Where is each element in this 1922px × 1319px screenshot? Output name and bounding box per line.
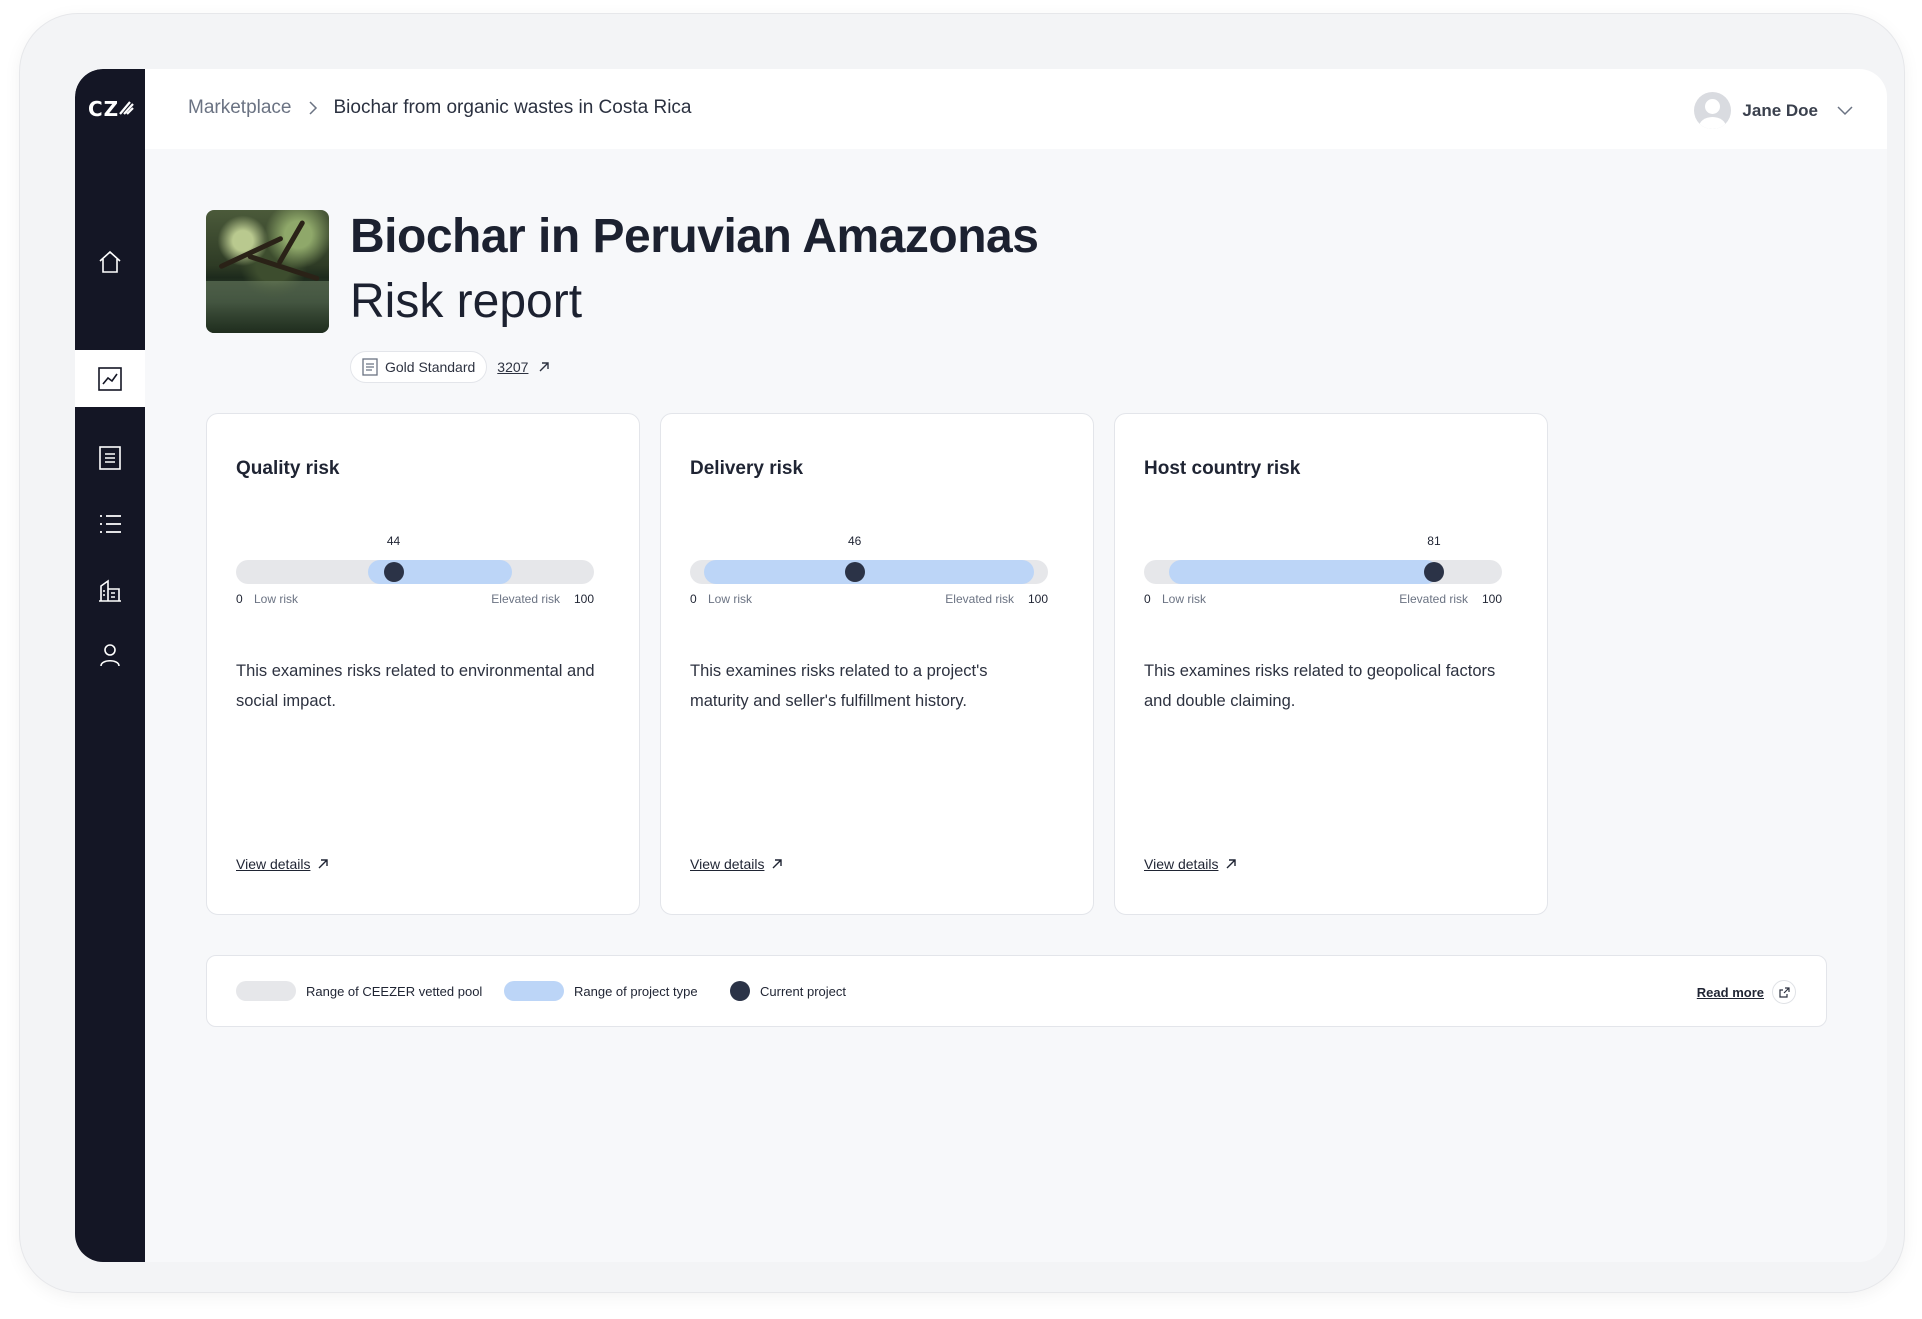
risk-card: Host country risk 81 0 Low risk Elevated ris… [1114, 413, 1548, 915]
logo[interactable]: CZ [88, 97, 119, 121]
project-type-range [1169, 560, 1438, 584]
standard-badge: Gold Standard [350, 351, 488, 383]
project-type-range [704, 560, 1034, 584]
risk-scale: 0 Low risk Elevated risk 100 [690, 592, 1048, 608]
scale-high-label: Elevated risk [945, 592, 1014, 606]
risk-value: 44 [386, 534, 401, 548]
sidebar-item-analytics[interactable] [75, 350, 145, 407]
external-link-icon [1772, 980, 1796, 1004]
page-subtitle: Risk report [350, 275, 583, 328]
risk-value: 81 [1427, 534, 1441, 548]
document-icon [99, 446, 121, 470]
chevron-right-icon [308, 101, 318, 115]
arrow-up-right-icon [318, 859, 329, 869]
sidebar-item-documents[interactable] [75, 431, 145, 485]
scale-max: 100 [573, 592, 594, 606]
legend-label-pool: Range of CEEZER vetted pool [306, 983, 483, 999]
legend-item-current: Current project [730, 981, 846, 1001]
project-image [206, 210, 329, 333]
scale-low-label: Low risk [1162, 592, 1207, 606]
view-details-link[interactable]: View details [690, 856, 783, 872]
user-menu[interactable]: Jane Doe [1694, 92, 1853, 129]
legend-swatch-pool [236, 981, 296, 1001]
legend-label-type: Range of project type [574, 983, 698, 999]
scale-min: 0 [1144, 592, 1151, 606]
risk-value: 46 [847, 534, 862, 548]
current-project-marker [1423, 562, 1444, 582]
scale-min: 0 [690, 592, 697, 606]
legend-item-pool: Range of CEEZER vetted pool [236, 981, 482, 1001]
logo-mark [118, 97, 134, 121]
read-more-link[interactable]: Read more [1697, 980, 1796, 1004]
sidebar-item-list[interactable] [75, 497, 145, 551]
legend-label-current: Current project [760, 983, 846, 999]
risk-card: Delivery risk 46 0 Low risk Elevated risk 100… [660, 413, 1094, 915]
sidebar: CZ [75, 69, 145, 1262]
page-title: Biochar in Peruvian Amazonas [350, 210, 1039, 263]
project-id: 3207 [497, 359, 529, 375]
risk-track: 44 [236, 534, 594, 584]
sidebar-item-profile[interactable] [75, 628, 145, 682]
list-icon [100, 515, 121, 533]
scale-low-label: Low risk [708, 592, 753, 606]
card-description: This examines risks related to environme… [236, 662, 595, 710]
building-icon [99, 579, 121, 602]
view-details-link[interactable]: View details [1144, 856, 1237, 872]
project-id-link[interactable]: 3207 [497, 359, 550, 375]
risk-scale: 0 Low risk Elevated risk 100 [236, 592, 594, 608]
breadcrumb-current: Biochar from organic wastes in Costa Ric… [333, 97, 692, 118]
view-details-label: View details [690, 856, 765, 872]
home-icon [99, 250, 121, 273]
device-frame: CZ Marketplace Biochar from organic wast… [20, 14, 1904, 1292]
user-name: Jane Doe [1742, 100, 1818, 120]
breadcrumb-marketplace[interactable]: Marketplace [188, 97, 292, 119]
legend-swatch-current [730, 981, 750, 1001]
user-icon [100, 644, 120, 667]
current-project-marker [844, 562, 865, 582]
card-description: This examines risks related to a project… [690, 662, 988, 710]
scale-high-label: Elevated risk [491, 592, 560, 606]
risk-track: 81 [1144, 534, 1502, 584]
breadcrumb: Marketplace Biochar from organic wastes … [188, 97, 691, 119]
read-more-label: Read more [1696, 984, 1764, 1000]
card-description: This examines risks related to geopolica… [1144, 662, 1496, 710]
avatar [1694, 92, 1732, 129]
standard-label: Gold Standard [385, 359, 476, 375]
scale-high-label: Elevated risk [1399, 592, 1468, 606]
arrow-up-right-icon [1226, 859, 1237, 869]
risk-card: Quality risk 44 0 Low risk Elevated risk 100 T… [206, 413, 640, 915]
risk-scale: 0 Low risk Elevated risk 100 [1144, 592, 1502, 608]
scale-max: 100 [1481, 592, 1502, 606]
arrow-up-right-icon [772, 859, 783, 869]
scale-max: 100 [1027, 592, 1048, 606]
project-tags: Gold Standard 3207 [350, 351, 550, 383]
app-screen: CZ Marketplace Biochar from organic wast… [75, 69, 1887, 1262]
legend-item-type: Range of project type [504, 981, 698, 1001]
view-details-link[interactable]: View details [236, 856, 329, 872]
risk-track: 46 [690, 534, 1048, 584]
current-project-marker [383, 562, 404, 582]
legend-swatch-type [504, 981, 564, 1001]
card-title: Host country risk [1144, 458, 1301, 479]
sidebar-item-organizations[interactable] [75, 563, 145, 617]
certificate-icon [362, 358, 378, 376]
chart-icon [98, 366, 122, 391]
view-details-label: View details [236, 856, 311, 872]
arrow-up-right-icon [539, 362, 550, 372]
scale-low-label: Low risk [254, 592, 299, 606]
card-title: Quality risk [236, 458, 340, 479]
topbar: Marketplace Biochar from organic wastes … [145, 69, 1887, 149]
sidebar-item-home[interactable] [75, 235, 145, 289]
scale-min: 0 [236, 592, 243, 606]
card-title: Delivery risk [690, 458, 804, 479]
legend: Range of CEEZER vetted pool Range of pro… [206, 955, 1827, 1027]
view-details-label: View details [1144, 856, 1219, 872]
chevron-down-icon [1837, 105, 1853, 115]
